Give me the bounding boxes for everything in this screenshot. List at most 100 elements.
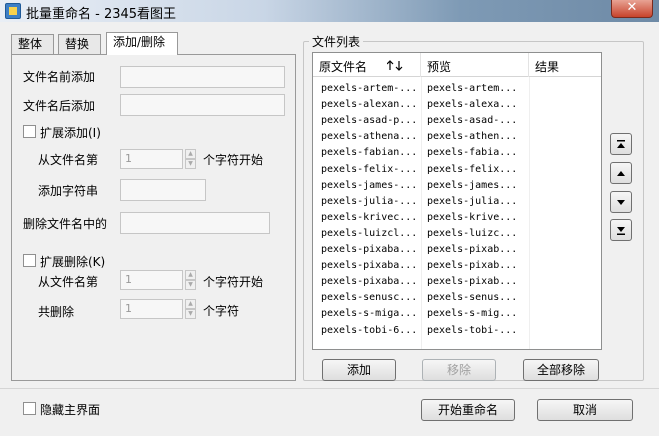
move-bottom-button[interactable] bbox=[610, 219, 632, 241]
original-filename: pexels-artem-... bbox=[321, 83, 418, 94]
list-item[interactable]: pexels-pixaba... pexels-pixab... bbox=[313, 242, 601, 258]
prefix-label: 文件名前添加 bbox=[23, 70, 96, 84]
original-filename: pexels-luizcl... bbox=[321, 227, 418, 239]
close-button[interactable]: ✕ bbox=[611, 0, 653, 18]
list-item[interactable]: pexels-pixaba... pexels-pixab... bbox=[313, 274, 601, 290]
prefix-input[interactable] bbox=[120, 66, 285, 88]
move-top-icon bbox=[617, 140, 625, 148]
remove-all-button[interactable]: 全部移除 bbox=[523, 359, 599, 381]
move-down-button[interactable] bbox=[610, 191, 632, 213]
move-top-button[interactable] bbox=[610, 133, 632, 155]
column-preview[interactable]: 预览 bbox=[421, 53, 529, 77]
preview-filename: pexels-s-mig... bbox=[427, 308, 518, 320]
list-item[interactable]: pexels-fabian... pexels-fabia... bbox=[313, 145, 601, 161]
original-filename: pexels-pixaba... bbox=[321, 276, 418, 288]
list-item[interactable]: pexels-james-... pexels-james... bbox=[313, 178, 601, 194]
list-item[interactable]: pexels-artem-... pexels-artem... bbox=[313, 81, 601, 97]
ext-delete-count-stepper[interactable]: ▲ ▼ bbox=[185, 299, 196, 319]
ext-add-unit: 个字符开始 bbox=[203, 153, 264, 167]
preview-filename: pexels-felix... bbox=[427, 163, 518, 175]
preview-filename: pexels-alexa... bbox=[427, 99, 518, 111]
preview-filename: pexels-asad-... bbox=[427, 115, 518, 127]
list-item[interactable]: pexels-tobi-6... pexels-tobi-... bbox=[313, 323, 601, 339]
title-bar: 批量重命名 - 2345看图王 ✕ bbox=[0, 0, 659, 22]
remove-button[interactable]: 移除 bbox=[422, 359, 496, 381]
preview-filename: pexels-fabia... bbox=[427, 147, 518, 159]
ext-add-string-label: 添加字符串 bbox=[38, 184, 99, 198]
sort-arrows-icon bbox=[387, 60, 403, 71]
original-filename: pexels-pixaba... bbox=[321, 244, 418, 255]
preview-filename: pexels-tobi-... bbox=[427, 324, 518, 336]
tab-add-delete[interactable]: 添加/删除 bbox=[106, 32, 178, 55]
list-item[interactable]: pexels-julia-... pexels-julia... bbox=[313, 194, 601, 210]
original-filename: pexels-felix-... bbox=[321, 163, 418, 175]
ext-delete-from-stepper[interactable]: ▲ ▼ bbox=[185, 270, 196, 290]
original-filename: pexels-krivec... bbox=[321, 211, 418, 223]
ext-delete-from-input[interactable]: 1 bbox=[120, 270, 183, 290]
original-filename: pexels-fabian... bbox=[321, 147, 418, 159]
preview-filename: pexels-luizc... bbox=[427, 227, 518, 239]
ext-delete-from-label: 从文件名第 bbox=[38, 275, 99, 289]
hide-main-checkbox[interactable] bbox=[23, 402, 36, 415]
preview-filename: pexels-pixab... bbox=[427, 276, 518, 288]
ext-delete-count-input[interactable]: 1 bbox=[120, 299, 183, 319]
preview-filename: pexels-krive... bbox=[427, 211, 518, 223]
ext-delete-checkbox[interactable] bbox=[23, 254, 36, 267]
footer-divider bbox=[0, 388, 659, 389]
app-icon bbox=[5, 3, 21, 19]
delete-in-name-input[interactable] bbox=[120, 212, 270, 234]
tab-overall[interactable]: 整体 bbox=[11, 34, 54, 54]
file-list[interactable]: 原文件名 预览 结果 pexels-artem-... pexels-artem.… bbox=[312, 52, 602, 350]
suffix-label: 文件名后添加 bbox=[23, 99, 96, 113]
list-item[interactable]: pexels-asad-p... pexels-asad-... bbox=[313, 113, 601, 129]
ext-delete-unit: 个字符开始 bbox=[203, 275, 264, 289]
column-original-name-label: 原文件名 bbox=[319, 60, 368, 74]
list-item[interactable]: pexels-alexan... pexels-alexa... bbox=[313, 97, 601, 113]
hide-main-label: 隐藏主界面 bbox=[40, 403, 101, 417]
original-filename: pexels-julia-... bbox=[321, 195, 418, 207]
preview-filename: pexels-athen... bbox=[427, 131, 518, 143]
ext-delete-count-unit: 个字符 bbox=[203, 304, 240, 318]
move-down-icon bbox=[617, 200, 625, 205]
ext-add-from-label: 从文件名第 bbox=[38, 153, 99, 167]
ext-add-string-input[interactable] bbox=[120, 179, 206, 201]
delete-in-name-label: 删除文件名中的 bbox=[23, 217, 108, 231]
ext-add-from-input[interactable]: 1 bbox=[120, 149, 183, 169]
original-filename: pexels-tobi-6... bbox=[321, 324, 418, 336]
add-files-button[interactable]: 添加 bbox=[322, 359, 396, 381]
column-result[interactable]: 结果 bbox=[529, 53, 601, 77]
tab-replace[interactable]: 替换 bbox=[58, 34, 101, 54]
original-filename: pexels-alexan... bbox=[321, 99, 418, 111]
preview-filename: pexels-james... bbox=[427, 179, 518, 191]
move-bottom-icon bbox=[617, 227, 625, 235]
file-list-title: 文件列表 bbox=[309, 33, 364, 50]
ext-add-label: 扩展添加(I) bbox=[40, 126, 101, 140]
preview-filename: pexels-pixab... bbox=[427, 244, 518, 255]
list-item[interactable]: pexels-luizcl... pexels-luizc... bbox=[313, 226, 601, 242]
preview-filename: pexels-senus... bbox=[427, 292, 518, 304]
list-item[interactable]: pexels-felix-... pexels-felix... bbox=[313, 162, 601, 178]
list-item[interactable]: pexels-senusc... pexels-senus... bbox=[313, 290, 601, 306]
ext-delete-label: 扩展删除(K) bbox=[40, 255, 106, 269]
ext-delete-count-label: 共删除 bbox=[38, 305, 75, 319]
file-list-header: 原文件名 预览 结果 bbox=[313, 53, 601, 77]
cancel-button[interactable]: 取消 bbox=[537, 399, 633, 421]
column-original-name[interactable]: 原文件名 bbox=[313, 53, 421, 77]
preview-filename: pexels-julia... bbox=[427, 195, 518, 207]
start-rename-button[interactable]: 开始重命名 bbox=[421, 399, 515, 421]
list-item[interactable]: pexels-krivec... pexels-krive... bbox=[313, 210, 601, 226]
preview-filename: pexels-pixab... bbox=[427, 260, 518, 272]
list-item[interactable]: pexels-athena... pexels-athen... bbox=[313, 129, 601, 145]
suffix-input[interactable] bbox=[120, 94, 285, 116]
move-up-icon bbox=[617, 171, 625, 176]
move-up-button[interactable] bbox=[610, 162, 632, 184]
ext-add-checkbox[interactable] bbox=[23, 125, 36, 138]
list-item[interactable]: pexels-s-miga... pexels-s-mig... bbox=[313, 306, 601, 322]
original-filename: pexels-james-... bbox=[321, 179, 418, 191]
original-filename: pexels-pixaba... bbox=[321, 260, 418, 272]
original-filename: pexels-athena... bbox=[321, 131, 418, 143]
window-title: 批量重命名 - 2345看图王 bbox=[26, 7, 177, 22]
list-item[interactable]: pexels-pixaba... pexels-pixab... bbox=[313, 258, 601, 274]
ext-add-from-stepper[interactable]: ▲ ▼ bbox=[185, 149, 196, 169]
original-filename: pexels-asad-p... bbox=[321, 115, 418, 127]
